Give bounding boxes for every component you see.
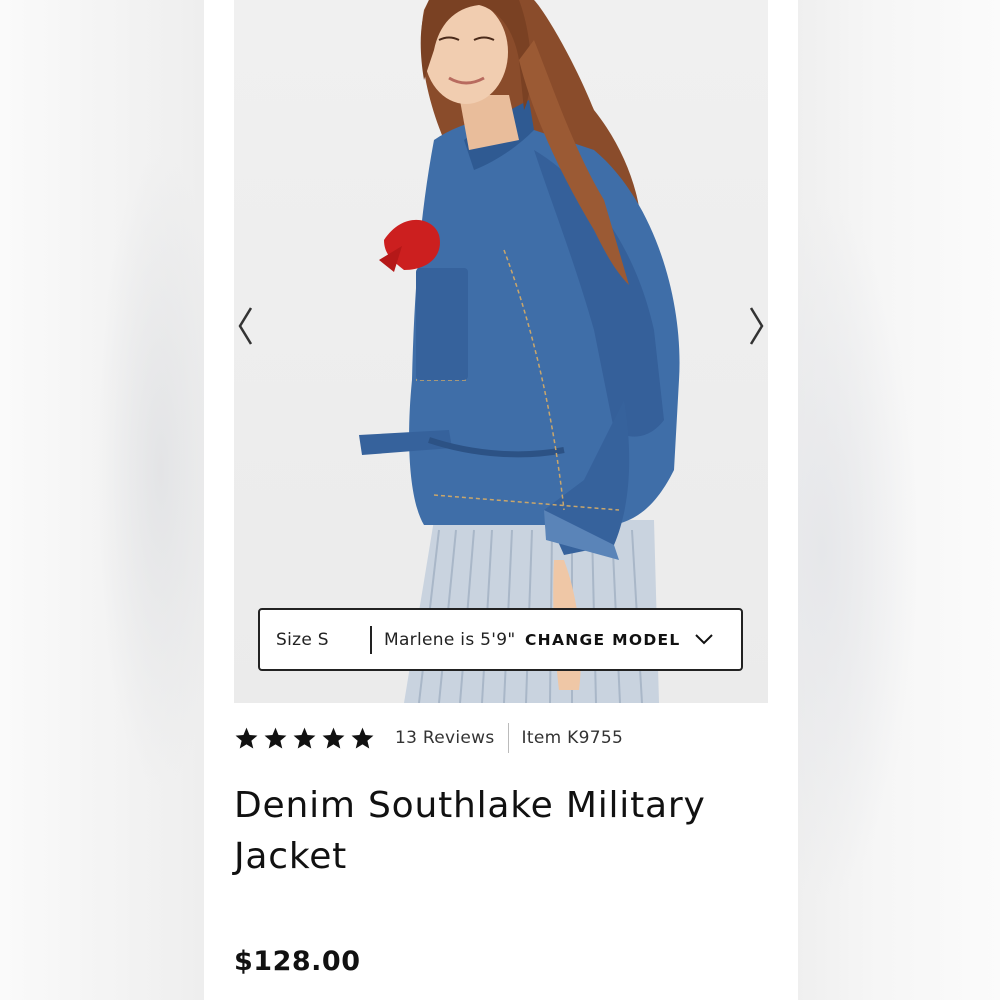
carousel-next-button[interactable] bbox=[746, 306, 766, 346]
carousel-prev-button[interactable] bbox=[236, 306, 256, 346]
model-info-bar: Size S Marlene is 5'9" CHANGE MODEL bbox=[258, 608, 743, 671]
model-photo bbox=[359, 0, 680, 703]
product-price: $128.00 bbox=[234, 946, 361, 977]
change-model-button[interactable]: CHANGE MODEL bbox=[525, 631, 713, 649]
chevron-right-icon bbox=[749, 307, 764, 345]
star-icon bbox=[293, 727, 316, 748]
blurred-backdrop-left bbox=[0, 0, 205, 1000]
reviews-link[interactable]: 13 Reviews bbox=[395, 728, 495, 748]
divider bbox=[507, 723, 509, 753]
rating-row: 13 Reviews Item K9755 bbox=[234, 722, 623, 754]
blurred-backdrop-right bbox=[798, 0, 1000, 1000]
change-model-label: CHANGE MODEL bbox=[525, 630, 681, 649]
item-number: Item K9755 bbox=[521, 728, 624, 748]
chevron-left-icon bbox=[238, 307, 253, 345]
model-height-label: Marlene is 5'9" bbox=[384, 629, 516, 650]
product-card: Size S Marlene is 5'9" CHANGE MODEL 13 R… bbox=[204, 0, 798, 1000]
star-icon bbox=[264, 727, 287, 748]
star-icon bbox=[351, 727, 374, 748]
star-icon bbox=[235, 727, 258, 748]
product-image: Size S Marlene is 5'9" CHANGE MODEL bbox=[234, 0, 768, 703]
star-rating bbox=[234, 726, 375, 751]
product-title: Denim Southlake Military Jacket bbox=[234, 785, 706, 877]
star-icon bbox=[322, 727, 345, 748]
model-size-label: Size S bbox=[276, 629, 329, 650]
chevron-down-icon bbox=[694, 631, 713, 649]
